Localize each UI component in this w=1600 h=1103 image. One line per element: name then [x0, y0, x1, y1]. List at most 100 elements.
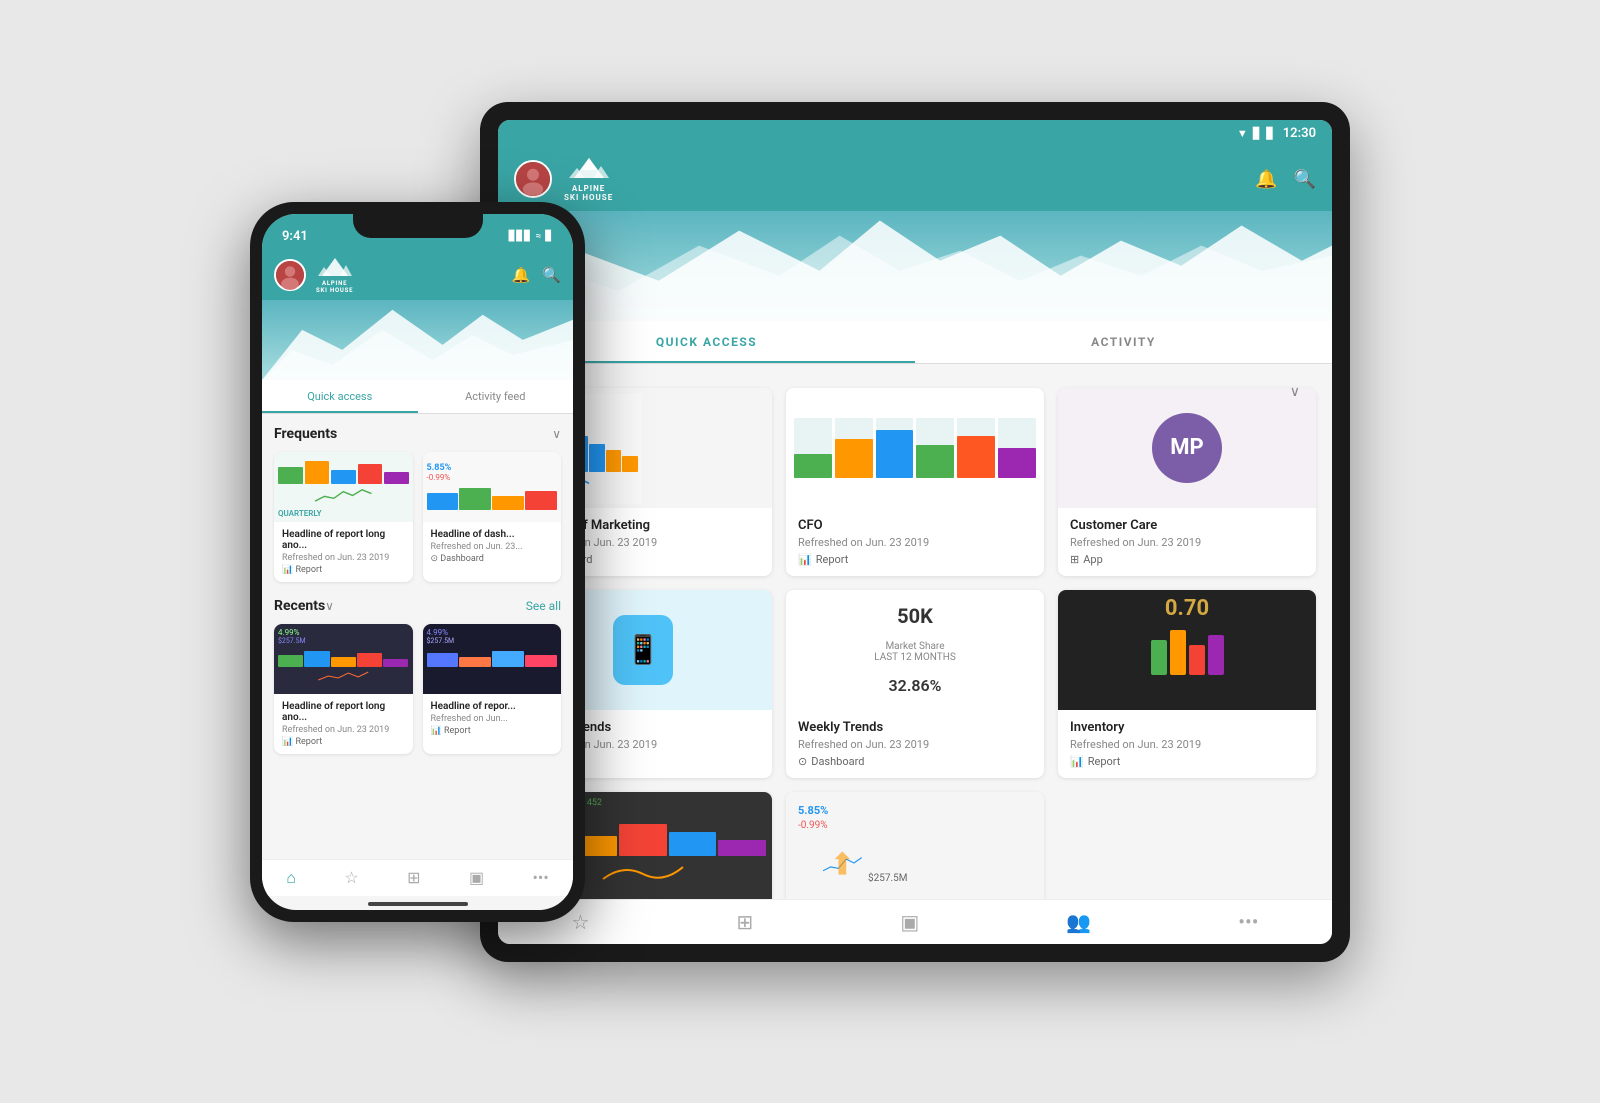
- card-inventory-type: 📊 Report: [1070, 755, 1304, 768]
- phone-frequent-subtitle-2: Refreshed on Jun. 23...: [431, 542, 554, 552]
- tablet-status-icons: ▼ ▊ ▊: [1237, 127, 1275, 140]
- card-cfo-thumb: [786, 388, 1044, 508]
- tablet-logo-line1: ALPINE: [564, 184, 613, 194]
- phone-nav-more[interactable]: •••: [533, 868, 549, 887]
- phone-notch: [353, 214, 483, 238]
- phone-nav-home[interactable]: ⌂: [286, 868, 296, 888]
- tablet-sort-header: ∨: [514, 376, 1316, 388]
- card-weekly-trends-dash-thumb: 50K Market ShareLAST 12 MONTHS 32.86%: [786, 590, 1044, 710]
- tablet-hero-mountains: [498, 211, 1332, 321]
- phone-hero: [262, 300, 573, 380]
- battery-icon: ▊: [545, 231, 553, 242]
- card-customer-care-thumb: MP: [1058, 388, 1316, 508]
- card-customer-care-body: Customer Care Refreshed on Jun. 23 2019 …: [1058, 508, 1316, 576]
- inventory-value: 0.70: [1165, 596, 1209, 621]
- phone-nav-reports[interactable]: ▣: [469, 868, 484, 887]
- card-weekly-trends-dash-type: ⊙ Dashboard: [798, 755, 1032, 768]
- wt-percent: 32.86%: [889, 676, 942, 695]
- phone-tab-quick-access[interactable]: Quick access: [262, 380, 418, 413]
- card-customer-care-subtitle: Refreshed on Jun. 23 2019: [1070, 536, 1304, 549]
- phone-tabs: Quick access Activity feed: [262, 380, 573, 414]
- phone-header-icons: 🔔 🔍: [512, 266, 561, 284]
- phone-screen: 9:41 ▊▊▊ ≈ ▊: [262, 214, 573, 910]
- tablet-nav-apps[interactable]: ⊞: [737, 910, 754, 934]
- phone-recent-thumb-1: 4.99% $257.5M: [274, 624, 413, 694]
- phone-recents-title: Recents: [274, 598, 325, 614]
- phone-hero-mountains: [262, 300, 573, 380]
- card-weekly-trends-dash-body: Weekly Trends Refreshed on Jun. 23 2019 …: [786, 710, 1044, 778]
- mountain-logo-icon: [569, 156, 609, 184]
- wt-50k: 50K: [897, 604, 933, 628]
- phone-frequent-type-2: ⊙ Dashboard: [431, 554, 554, 564]
- card-cfo-body: CFO Refreshed on Jun. 23 2019 📊 Report: [786, 508, 1044, 576]
- card-finance-thumb: 5.85% -0.99%: [786, 792, 1044, 899]
- phone-frequent-card-2[interactable]: 5.85% -0.99% Headli: [423, 452, 562, 582]
- tablet-nav-more[interactable]: •••: [1238, 910, 1258, 934]
- phone-mountain-logo-icon: [318, 256, 352, 280]
- tablet-screen: ▼ ▊ ▊ 12:30: [498, 120, 1332, 944]
- phone-frequents-toggle[interactable]: ∨: [552, 427, 561, 441]
- weekly-trends-phone-icon: 📱: [613, 615, 673, 685]
- phone-nav-favorites[interactable]: ☆: [344, 868, 358, 887]
- card-inventory[interactable]: 0.70 I: [1058, 590, 1316, 778]
- card-inventory-subtitle: Refreshed on Jun. 23 2019: [1070, 738, 1304, 751]
- phone-frequents-cards: QUARTERLY Headline of report long ano...…: [274, 452, 561, 582]
- wt-market-share: Market ShareLAST 12 MONTHS: [874, 641, 956, 663]
- phone-tab-activity[interactable]: Activity feed: [418, 380, 574, 413]
- report-icon: 📊: [798, 553, 812, 566]
- card-customer-care-title: Customer Care: [1070, 518, 1304, 533]
- phone-recents-toggle[interactable]: ∨: [325, 599, 334, 613]
- phone-search-icon[interactable]: 🔍: [542, 266, 561, 284]
- tablet-tabs: QUICK ACCESS ACTIVITY: [498, 321, 1332, 364]
- tablet-nav-reports[interactable]: ▣: [900, 910, 919, 934]
- phone-nav-apps[interactable]: ⊞: [407, 868, 420, 887]
- card-cfo-subtitle: Refreshed on Jun. 23 2019: [798, 536, 1032, 549]
- search-icon[interactable]: 🔍: [1294, 169, 1316, 190]
- phone-frequent-body-2: Headline of dash... Refreshed on Jun. 23…: [423, 522, 562, 571]
- phone-logo-line2: SKI HOUSE: [316, 287, 353, 294]
- notification-icon[interactable]: 🔔: [1255, 169, 1277, 190]
- phone-frequent-subtitle-1: Refreshed on Jun. 23 2019: [282, 553, 405, 563]
- report-icon-sm3: 📊: [431, 726, 442, 736]
- phone-avatar[interactable]: [274, 259, 306, 291]
- phone-frequent-thumb-2: 5.85% -0.99%: [423, 452, 562, 522]
- customer-care-avatar: MP: [1152, 413, 1222, 483]
- sort-chevron-icon[interactable]: ∨: [1290, 384, 1300, 400]
- tablet-logo: ALPINE SKI HOUSE: [564, 156, 613, 203]
- phone-see-all[interactable]: See all: [526, 599, 561, 613]
- tablet-nav-people[interactable]: 👥: [1066, 910, 1091, 934]
- card-cfo-title: CFO: [798, 518, 1032, 533]
- tab-activity[interactable]: ACTIVITY: [915, 321, 1332, 363]
- phone-recents-header: Recents ∨ See all: [274, 598, 561, 614]
- tablet-cards-grid: 5.85% -0.99%: [514, 388, 1316, 899]
- tablet-nav-favorites[interactable]: ☆: [572, 910, 590, 934]
- card-inventory-title: Inventory: [1070, 720, 1304, 735]
- phone-recent-card-1[interactable]: 4.99% $257.5M: [274, 624, 413, 754]
- app-icon: ⊞: [1070, 553, 1079, 566]
- phone-frequents-title: Frequents: [274, 426, 337, 442]
- phone-status-icons: ▊▊▊ ≈ ▊: [509, 231, 553, 242]
- card-customer-care[interactable]: MP Customer Care Refreshed on Jun. 23 20…: [1058, 388, 1316, 576]
- phone-recent-thumb-2: 4.99% $257.5M: [423, 624, 562, 694]
- phone-recent-subtitle-2: Refreshed on Jun...: [431, 714, 554, 724]
- card-finance[interactable]: 5.85% -0.99%: [786, 792, 1044, 899]
- card-inventory-body: Inventory Refreshed on Jun. 23 2019 📊 Re…: [1058, 710, 1316, 778]
- tablet-content: ∨ 5.85% -0.99%: [498, 364, 1332, 899]
- phone-recent-body-1: Headline of report long ano... Refreshed…: [274, 694, 413, 754]
- card-weekly-trends-dash[interactable]: 50K Market ShareLAST 12 MONTHS 32.86% We…: [786, 590, 1044, 778]
- dashboard-icon-sm: ⊙: [431, 554, 439, 564]
- phone-frequent-thumb-1: QUARTERLY: [274, 452, 413, 522]
- phone-frequent-body-1: Headline of report long ano... Refreshed…: [274, 522, 413, 582]
- tablet-device: ▼ ▊ ▊ 12:30: [480, 102, 1350, 962]
- signal-bars-icon: ▊▊▊: [509, 231, 532, 242]
- card-cfo[interactable]: CFO Refreshed on Jun. 23 2019 📊 Report: [786, 388, 1044, 576]
- phone-recent-title-1: Headline of report long ano...: [282, 701, 405, 723]
- tablet-avatar[interactable]: [514, 160, 552, 198]
- dashboard-icon2: ⊙: [798, 755, 807, 768]
- phone-bottom-bar: ⌂ ☆ ⊞ ▣ •••: [262, 859, 573, 896]
- phone-recent-body-2: Headline of repor... Refreshed on Jun...…: [423, 694, 562, 743]
- tablet-header: ALPINE SKI HOUSE 🔔 🔍: [498, 148, 1332, 211]
- phone-notification-icon[interactable]: 🔔: [512, 266, 531, 284]
- phone-frequent-card-1[interactable]: QUARTERLY Headline of report long ano...…: [274, 452, 413, 582]
- phone-recent-card-2[interactable]: 4.99% $257.5M Headl: [423, 624, 562, 754]
